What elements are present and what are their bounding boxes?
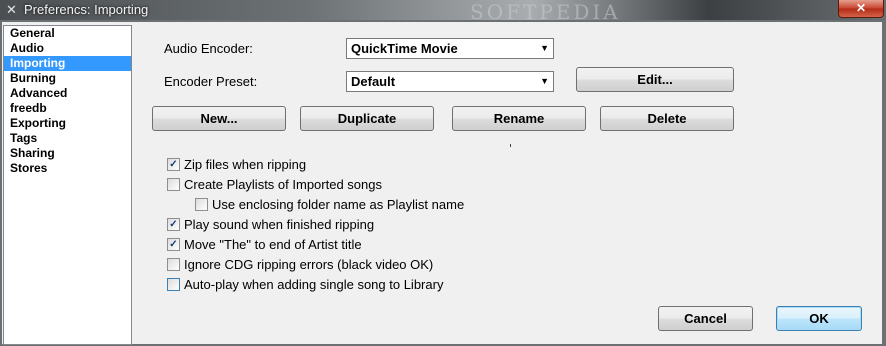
create-playlists-label: Create Playlists of Imported songs — [184, 177, 382, 192]
zip-files-label: Zip files when ripping — [184, 157, 307, 172]
duplicate-button[interactable]: Duplicate — [300, 106, 434, 131]
ignore-cdg-label: Ignore CDG ripping errors (black video O… — [184, 257, 434, 272]
rename-button[interactable]: Rename — [452, 106, 586, 131]
title-bar[interactable]: ✕ Preferencs: Importing SOFTPEDIA ✕ — [0, 0, 886, 24]
ok-button[interactable]: OK — [776, 306, 862, 331]
divider-tick — [510, 144, 511, 147]
encoder-preset-value: Default — [351, 74, 396, 89]
app-icon: ✕ — [6, 2, 17, 17]
checkbox-box[interactable] — [167, 178, 180, 191]
edit-button[interactable]: Edit... — [576, 67, 734, 92]
chevron-down-icon[interactable]: ▼ — [540, 72, 549, 91]
play-sound-label: Play sound when finished ripping — [184, 217, 375, 232]
auto-play-label: Auto-play when adding single song to Lib… — [184, 277, 444, 292]
chevron-down-icon[interactable]: ▼ — [540, 39, 549, 58]
new-button[interactable]: New... — [152, 106, 286, 131]
audio-encoder-value: QuickTime Movie — [351, 41, 458, 56]
move-the-label: Move "The" to end of Artist title — [184, 237, 362, 252]
audio-encoder-select[interactable]: QuickTime Movie ▼ — [346, 38, 554, 59]
sidebar-item-advanced[interactable]: Advanced — [4, 86, 131, 101]
checkbox-box[interactable] — [167, 278, 180, 291]
sidebar-item-burning[interactable]: Burning — [4, 71, 131, 86]
delete-button[interactable]: Delete — [600, 106, 734, 131]
sidebar-item-tags[interactable]: Tags — [4, 131, 131, 146]
close-button[interactable]: ✕ — [838, 0, 884, 18]
audio-encoder-label: Audio Encoder: — [164, 41, 253, 56]
sidebar-item-general[interactable]: General — [4, 26, 131, 41]
encoder-preset-select[interactable]: Default ▼ — [346, 71, 554, 92]
sidebar-item-exporting[interactable]: Exporting — [4, 116, 131, 131]
checkbox-box[interactable]: ✓ — [167, 158, 180, 171]
sidebar-item-stores[interactable]: Stores — [4, 161, 131, 176]
cancel-button[interactable]: Cancel — [658, 306, 753, 331]
sidebar-item-sharing[interactable]: Sharing — [4, 146, 131, 161]
checkbox-box[interactable] — [167, 258, 180, 271]
sidebar-item-importing[interactable]: Importing — [4, 56, 131, 71]
sidebar-item-audio[interactable]: Audio — [4, 41, 131, 56]
window-title: Preferencs: Importing — [24, 2, 149, 17]
checkbox-box[interactable]: ✓ — [167, 238, 180, 251]
encoder-preset-label: Encoder Preset: — [164, 74, 258, 89]
checkbox-box[interactable]: ✓ — [167, 218, 180, 231]
enclosing-folder-label: Use enclosing folder name as Playlist na… — [212, 197, 465, 212]
checkbox-box[interactable] — [195, 198, 208, 211]
sidebar-item-freedb[interactable]: freedb — [4, 101, 131, 116]
category-list[interactable]: General Audio Importing Burning Advanced… — [3, 25, 132, 345]
close-icon: ✕ — [855, 1, 867, 15]
